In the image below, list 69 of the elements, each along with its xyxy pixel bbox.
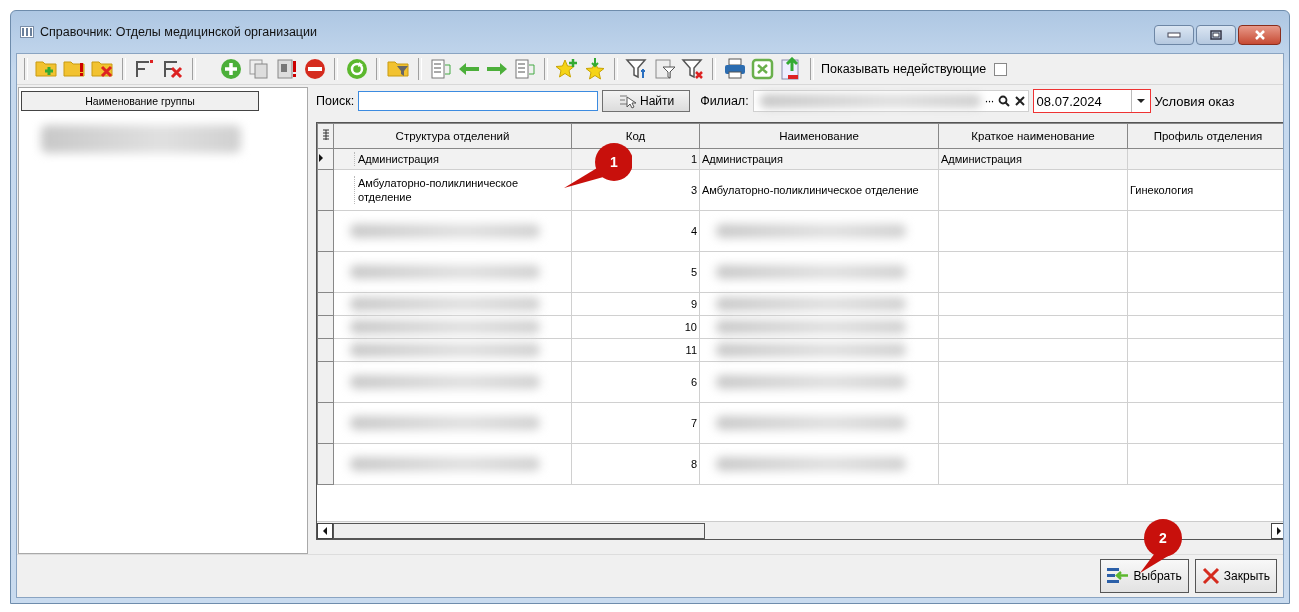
column-header[interactable]: Наименование (699, 123, 939, 149)
add-icon[interactable] (219, 57, 243, 81)
branch-label: Филиал: (700, 94, 749, 108)
table-row[interactable]: 8 (317, 443, 1283, 485)
table-row[interactable]: 11 (317, 338, 1283, 362)
clear-icon[interactable] (1013, 95, 1026, 107)
branch-field[interactable]: ··· (752, 90, 1029, 112)
table-cell: 5 (690, 266, 697, 278)
table-cell: 6 (690, 376, 697, 388)
checkbox-label: Показывать недействующие (821, 62, 987, 76)
column-chooser-icon[interactable] (317, 123, 334, 149)
conditions-label: Условия оказ (1154, 93, 1235, 109)
close-icon (1201, 567, 1220, 585)
column-header[interactable]: Краткое наименование (938, 123, 1128, 149)
table-row[interactable]: 10 (317, 315, 1283, 339)
table-cell: 11 (685, 344, 697, 356)
date-field[interactable]: 08.07.2024 (1032, 89, 1151, 113)
row-pointer-icon (318, 153, 324, 163)
app-icon (20, 26, 34, 38)
browse-button[interactable]: ··· (984, 94, 994, 108)
column-header[interactable]: Профиль отделения (1127, 123, 1283, 149)
dropdown-icon[interactable] (1135, 98, 1146, 104)
column-header[interactable]: Наименование группы (21, 91, 259, 111)
table-cell: 10 (684, 321, 697, 333)
select-button[interactable]: Выбрать (1100, 559, 1189, 593)
cursor-icon (618, 93, 636, 109)
scroll-right-icon[interactable] (1276, 526, 1282, 535)
search-label: Поиск: (316, 94, 355, 108)
table-row[interactable]: 7 (317, 402, 1283, 444)
table-cell: 4 (690, 225, 697, 237)
column-header[interactable]: Код (571, 123, 700, 149)
column-header[interactable]: Структура отделений (333, 123, 572, 149)
table-cell: Амбулаторно-поликлиническое отделение (702, 184, 919, 196)
close-button[interactable] (1238, 25, 1281, 45)
table-cell: 1 (690, 153, 697, 165)
minimize-icon (1167, 32, 1181, 38)
window-title: Справочник: Отделы медицинской организации (40, 25, 318, 39)
printer-icon[interactable] (723, 57, 747, 81)
table-cell: Администрация (702, 153, 783, 165)
table-cell: 9 (690, 298, 697, 310)
minimize-button[interactable] (1154, 25, 1194, 45)
table-cell: Администрация (354, 152, 569, 166)
edit-icon[interactable] (275, 57, 299, 81)
filter-clear-icon[interactable] (681, 57, 705, 81)
search-icon[interactable] (997, 95, 1010, 107)
table-cell: Гинекология (1130, 184, 1194, 196)
search-field[interactable] (358, 91, 599, 111)
star-add-icon[interactable] (555, 57, 579, 81)
list-arrow-icon (1107, 567, 1130, 585)
table-cell: 3 (690, 184, 697, 196)
table-row[interactable]: 5 (317, 251, 1283, 293)
table-cell: Администрация (941, 153, 1022, 165)
remove-icon[interactable] (303, 57, 327, 81)
scroll-left-icon[interactable] (322, 526, 328, 535)
table-row[interactable]: 6 (317, 361, 1283, 403)
close-icon (1253, 30, 1266, 40)
table-row[interactable]: 9 (317, 292, 1283, 316)
checkbox[interactable] (994, 62, 1008, 76)
document-filter-icon[interactable] (653, 57, 677, 81)
star-download-icon[interactable] (583, 57, 607, 81)
find-button[interactable]: Найти (602, 90, 691, 112)
scroll-thumb[interactable] (333, 522, 705, 539)
restore-button[interactable] (1196, 25, 1236, 45)
table-cell: 8 (690, 458, 697, 470)
table-row[interactable]: 4 (317, 210, 1283, 252)
table-cell: 7 (690, 417, 697, 429)
filter-icon[interactable] (625, 57, 649, 81)
close-button[interactable]: Закрыть (1194, 559, 1277, 593)
restore-icon (1210, 30, 1222, 40)
